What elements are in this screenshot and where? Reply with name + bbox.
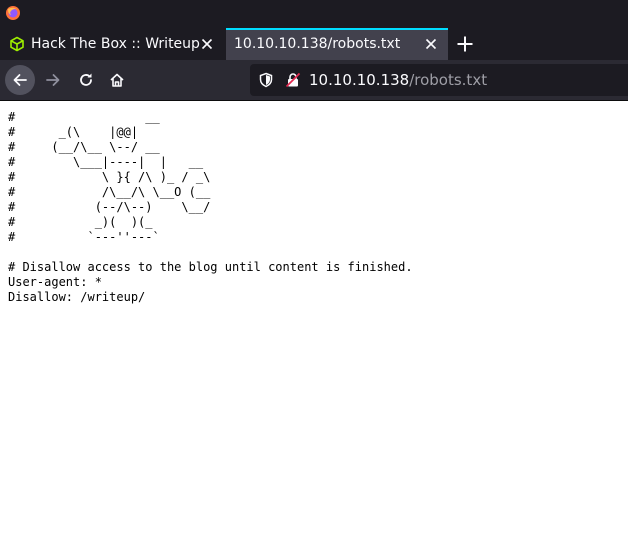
url-path: /robots.txt	[409, 71, 488, 89]
tab-title: Hack The Box :: Writeup	[31, 36, 200, 52]
close-icon[interactable]	[199, 36, 215, 52]
back-button[interactable]	[5, 65, 35, 95]
new-tab-button[interactable]	[455, 34, 475, 54]
htb-cube-icon	[10, 36, 24, 52]
robots-txt-content: # __ # _(\ |@@| # (__/\__ \--/ __ # \___…	[8, 110, 413, 304]
browser-chrome: Hack The Box :: Writeup 10.10.10.138/rob…	[0, 0, 628, 101]
page-content: # __ # _(\ |@@| # (__/\__ \--/ __ # \___…	[0, 101, 628, 550]
tab-hack-the-box-writeup[interactable]: Hack The Box :: Writeup	[0, 28, 224, 60]
navigation-toolbar: 10.10.10.138/robots.txt	[0, 60, 628, 101]
shield-icon[interactable]	[258, 72, 274, 88]
address-bar[interactable]: 10.10.10.138/robots.txt	[250, 64, 628, 96]
tab-robots-txt[interactable]: 10.10.10.138/robots.txt	[226, 28, 448, 60]
close-icon[interactable]	[423, 36, 439, 52]
url-text[interactable]: 10.10.10.138/robots.txt	[309, 64, 487, 96]
arrow-right-icon	[46, 74, 60, 86]
reload-button[interactable]	[71, 65, 101, 95]
insecure-lock-icon[interactable]	[285, 72, 301, 88]
home-icon	[110, 73, 124, 87]
tab-title: 10.10.10.138/robots.txt	[234, 36, 401, 52]
home-button[interactable]	[102, 65, 132, 95]
forward-button[interactable]	[38, 65, 68, 95]
firefox-icon	[6, 6, 20, 20]
url-host: 10.10.10.138	[309, 71, 410, 89]
title-bar	[0, 0, 628, 28]
arrow-left-icon	[13, 74, 27, 86]
tab-strip: Hack The Box :: Writeup 10.10.10.138/rob…	[0, 28, 628, 60]
reload-icon	[80, 73, 92, 86]
plus-icon	[457, 36, 473, 52]
